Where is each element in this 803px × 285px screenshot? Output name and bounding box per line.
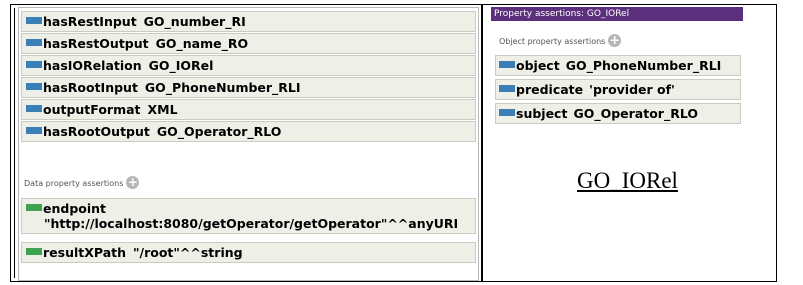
object-property-row[interactable]: hasRestOutput GO_name_RO [21,33,476,54]
object-property-icon [26,127,42,134]
table-inner-border [14,8,15,278]
property-name: hasRestInput [43,14,137,29]
property-value: 'provider of' [589,82,675,97]
property-name: outputFormat [43,102,141,117]
object-property-icon [26,17,42,24]
object-property-icon [499,109,515,116]
property-name: hasRootOutput [43,124,150,139]
property-name: resultXPath [43,245,127,260]
property-name: hasRootInput [43,80,138,95]
object-property-row[interactable]: object GO_PhoneNumber_RLI [495,55,741,76]
property-value: GO_name_RO [155,36,249,51]
property-value: GO_number_RI [143,14,246,29]
object-property-row[interactable]: hasRootOutput GO_Operator_RLO [21,121,476,142]
object-property-icon [499,61,515,68]
property-name: hasIORelation [43,58,142,73]
property-value: XML [147,102,178,117]
data-property-icon [26,204,42,211]
section-header-label: Object property assertions [499,37,606,46]
property-value: GO_IORel [148,58,214,73]
object-property-icon [26,61,42,68]
property-value: "/root"^^string [133,245,243,260]
object-property-icon [26,39,42,46]
property-value: GO_PhoneNumber_RLI [565,58,722,73]
object-property-panel: hasRestInput GO_number_RI hasRestOutput GO… [18,7,479,281]
table-column-divider [481,4,483,282]
section-header-label: Data property assertions [24,179,124,188]
object-property-icon [499,85,515,92]
add-object-property-icon[interactable]: + [608,34,622,47]
add-data-property-icon[interactable]: + [126,176,140,189]
property-value: "http://localhost:8080/getOperator/getOp… [44,216,459,231]
object-property-row[interactable]: subject GO_Operator_RLO [495,103,741,124]
object-property-row[interactable]: predicate 'provider of' [495,79,741,100]
property-value: GO_Operator_RLO [573,106,698,121]
object-property-row[interactable]: hasIORelation GO_IORel [21,55,476,76]
property-assertions-panel: Property assertions: GO_IORel Object pro… [491,7,743,131]
object-property-icon [26,105,42,112]
property-name: object [516,58,560,73]
property-name: hasRestOutput [43,36,149,51]
object-property-row[interactable]: hasRestInput GO_number_RI [21,11,476,32]
object-property-row[interactable]: outputFormat XML [21,99,476,120]
object-property-icon [26,83,42,90]
object-property-header: Object property assertions + [499,34,622,48]
data-property-icon [26,248,42,255]
figure-caption: GO_IORel [577,168,678,193]
panel-title: Property assertions: GO_IORel [491,7,743,21]
property-name: endpoint [43,201,107,216]
data-property-row[interactable]: resultXPath "/root"^^string [21,242,476,263]
data-property-row[interactable]: endpoint "http://localhost:8080/getOpera… [21,198,476,234]
data-property-header: Data property assertions + [24,176,140,190]
property-value: GO_PhoneNumber_RLI [144,80,301,95]
property-name: subject [516,106,568,121]
property-name: predicate [516,82,584,97]
object-property-row[interactable]: hasRootInput GO_PhoneNumber_RLI [21,77,476,98]
property-value: GO_Operator_RLO [156,124,282,139]
